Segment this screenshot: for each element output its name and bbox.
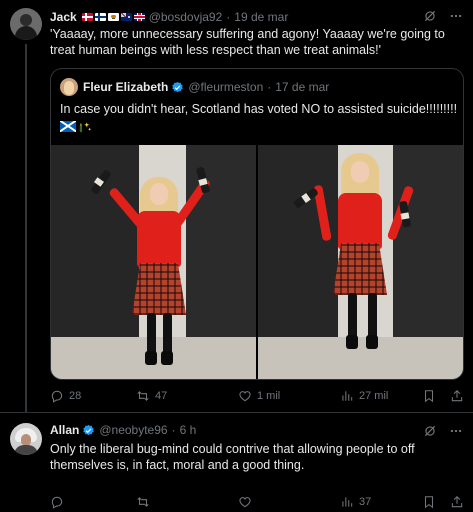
- tweet-secondary-actions: [422, 495, 464, 509]
- views-button[interactable]: 27 mil: [340, 389, 420, 403]
- bookmark-icon[interactable]: [422, 389, 436, 403]
- photo-leg: [348, 293, 357, 339]
- share-icon[interactable]: [450, 495, 464, 509]
- reply-icon: [51, 390, 63, 403]
- timestamp[interactable]: 19 de mar: [234, 10, 288, 24]
- media-photo[interactable]: [51, 145, 256, 379]
- tweet-header: Allan @neobyte96 · 6 h: [50, 421, 196, 439]
- more-options-icon[interactable]: [449, 424, 463, 438]
- quoted-tweet-text: In case you didn't hear, Scotland has vo…: [60, 101, 460, 135]
- tweet-actions: 28 47 1 mil 27 mil: [50, 388, 464, 404]
- photo-face: [150, 183, 168, 205]
- heart-icon: [239, 497, 251, 508]
- reply-count: 28: [69, 390, 82, 402]
- media-grid: [51, 145, 463, 379]
- tweet-text: 'Yaaaay, more unnecessary suffering and …: [50, 27, 445, 57]
- share-icon[interactable]: [450, 389, 464, 403]
- like-button[interactable]: [238, 495, 340, 509]
- tweet[interactable]: Allan @neobyte96 · 6 h Only the liberal …: [0, 412, 473, 512]
- quoted-text-body: In case you didn't hear, Scotland has vo…: [60, 102, 458, 116]
- views-button[interactable]: 37: [340, 495, 420, 509]
- photo-top: [137, 211, 181, 267]
- avatar[interactable]: [10, 423, 42, 455]
- quoted-tweet[interactable]: Fleur Elizabeth @fleurmeston · 17 de mar…: [50, 68, 464, 380]
- repost-button[interactable]: 47: [136, 389, 238, 403]
- quoted-avatar[interactable]: [60, 78, 78, 96]
- photo-boot: [366, 335, 378, 349]
- uk-flag-icon: [133, 13, 145, 21]
- quoted-emojis: [60, 120, 92, 133]
- photo-leg: [368, 293, 377, 339]
- avatar-body: [15, 26, 37, 40]
- more-options-icon[interactable]: [449, 9, 463, 23]
- grok-icon[interactable]: [423, 9, 437, 23]
- like-count: 1 mil: [257, 390, 281, 402]
- tweet-top-icons: [423, 8, 463, 24]
- heart-icon: [239, 391, 251, 402]
- reply-icon: [51, 496, 63, 509]
- author-handle[interactable]: @bosdovja92: [149, 10, 223, 24]
- avatar-shirt: [14, 445, 38, 455]
- tweet-top-icons: [423, 423, 463, 439]
- name-flags: [81, 13, 145, 21]
- repost-count: 47: [155, 390, 168, 402]
- views-count: 27 mil: [359, 390, 389, 402]
- photo-door: [51, 145, 139, 341]
- reply-button[interactable]: [50, 495, 136, 509]
- cyprus-flag-icon: [107, 13, 119, 21]
- photo-boot: [346, 335, 358, 349]
- separator-dot: ·: [226, 10, 231, 24]
- separator-dot: ·: [267, 80, 272, 94]
- photo-boot: [161, 351, 173, 365]
- verified-badge-icon: [83, 424, 95, 435]
- views-icon: [342, 497, 353, 507]
- photo-skirt: [132, 263, 186, 315]
- photo-face: [351, 161, 369, 183]
- quoted-author-handle[interactable]: @fleurmeston: [188, 80, 263, 94]
- photo-door: [393, 145, 463, 341]
- bookmark-icon[interactable]: [422, 495, 436, 509]
- quoted-timestamp[interactable]: 17 de mar: [275, 80, 329, 94]
- author-name[interactable]: Jack: [50, 10, 77, 24]
- thread-line: [25, 44, 27, 412]
- denmark-flag-icon: [81, 13, 93, 21]
- repost-icon: [137, 391, 149, 401]
- tweet[interactable]: Jack @bosdovja92 · 19 de mar 'Yaaaay, mo…: [0, 0, 473, 412]
- photo-top: [338, 193, 382, 249]
- reply-button[interactable]: 28: [50, 389, 136, 403]
- tweet-actions: 37: [50, 494, 464, 510]
- photo-boot: [145, 351, 157, 365]
- tweet-header: Jack @bosdovja92 · 19 de mar: [50, 8, 288, 26]
- photo-door: [258, 145, 338, 341]
- views-count: 37: [359, 496, 372, 508]
- views-icon: [342, 391, 353, 401]
- avatar[interactable]: [10, 8, 42, 40]
- tweet-secondary-actions: [422, 389, 464, 403]
- separator-dot: ·: [171, 423, 176, 437]
- tweet-text: Only the liberal bug-mind could contrive…: [50, 442, 415, 472]
- quoted-tweet-header: Fleur Elizabeth @fleurmeston · 17 de mar: [60, 78, 329, 96]
- verified-badge-icon: [172, 81, 184, 92]
- media-photo[interactable]: [258, 145, 463, 379]
- finland-flag-icon: [94, 13, 106, 21]
- photo-skirt: [333, 243, 387, 295]
- quoted-author-name[interactable]: Fleur Elizabeth: [83, 80, 168, 94]
- sparkles-bottle-icon: [79, 122, 92, 132]
- photo-floor: [258, 337, 463, 379]
- scotland-flag-icon: [60, 120, 76, 132]
- grok-icon[interactable]: [423, 424, 437, 438]
- australia-flag-icon: [120, 13, 132, 21]
- repost-button[interactable]: [136, 495, 238, 509]
- author-handle[interactable]: @neobyte96: [99, 423, 167, 437]
- avatar-head: [20, 14, 32, 26]
- repost-icon: [137, 497, 149, 507]
- author-name[interactable]: Allan: [50, 423, 79, 437]
- like-button[interactable]: 1 mil: [238, 389, 340, 403]
- timestamp[interactable]: 6 h: [180, 423, 197, 437]
